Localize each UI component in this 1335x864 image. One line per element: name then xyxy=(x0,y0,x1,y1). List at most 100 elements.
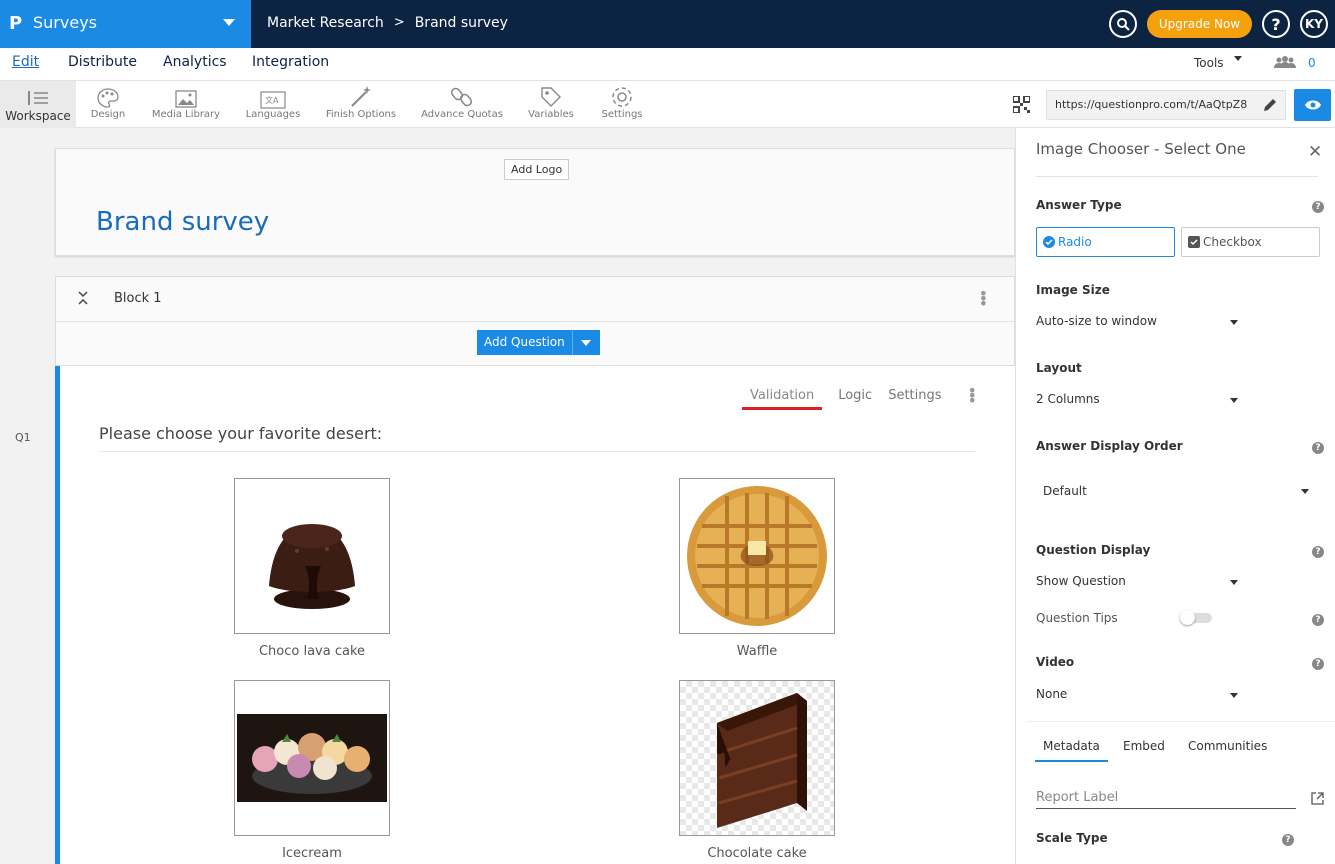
question-display-label: Question Display xyxy=(1036,543,1151,557)
option-label: Waffle xyxy=(736,644,778,659)
display-order-label: Answer Display Order xyxy=(1036,439,1183,453)
report-label-input[interactable]: Report Label xyxy=(1036,790,1296,809)
toolbar-media-library-label: Media Library xyxy=(151,109,221,120)
tab-analytics[interactable]: Analytics xyxy=(163,54,227,70)
avatar[interactable]: KY xyxy=(1300,10,1328,38)
toolbar-languages-label: Languages xyxy=(245,109,301,120)
top-bar: P Surveys Market Research > Brand survey… xyxy=(0,0,1335,48)
chevron-down-icon xyxy=(581,339,592,346)
toolbar-finish-options[interactable]: Finish Options xyxy=(324,81,398,128)
search-button[interactable] xyxy=(1109,10,1137,38)
palette-icon xyxy=(97,88,119,108)
breadcrumb-separator: > xyxy=(393,15,405,30)
display-order-value: Default xyxy=(1043,484,1087,498)
chevron-down-icon xyxy=(1230,693,1238,698)
option-icecream[interactable]: Icecream xyxy=(234,680,390,861)
chevron-down-icon xyxy=(223,19,235,26)
radio-option[interactable]: Radio xyxy=(1036,227,1175,257)
close-icon[interactable]: ✕ xyxy=(1308,142,1322,162)
block-label: Block 1 xyxy=(114,291,162,306)
collapse-icon[interactable] xyxy=(78,291,88,308)
option-waffle[interactable]: Waffle xyxy=(679,478,835,659)
add-logo-button[interactable]: Add Logo xyxy=(504,159,570,180)
checkbox-option[interactable]: Checkbox xyxy=(1181,227,1320,257)
help-icon[interactable]: ? xyxy=(1312,442,1324,454)
app-switcher[interactable]: P Surveys xyxy=(0,0,251,48)
layout-label: Layout xyxy=(1036,361,1082,375)
question-display-select[interactable]: Show Question xyxy=(1036,574,1241,588)
toolbar-workspace[interactable]: Workspace xyxy=(0,81,76,128)
tab-validation[interactable]: Validation xyxy=(742,388,823,410)
help-icon[interactable]: ? xyxy=(1312,546,1324,558)
more-vertical-icon[interactable]: • • • xyxy=(979,286,988,312)
survey-canvas: Add Logo Brand survey Block 1 • • • Add Qu… xyxy=(0,128,1015,864)
option-choco-lava-cake[interactable]: Choco lava cake xyxy=(234,478,390,659)
toolbar-design[interactable]: Design xyxy=(82,81,134,128)
chevron-down-icon xyxy=(1233,56,1242,61)
external-link-icon[interactable] xyxy=(1311,792,1324,808)
tab-edit[interactable]: Edit xyxy=(12,54,39,70)
help-icon[interactable]: ? xyxy=(1312,201,1324,213)
toggle-knob xyxy=(1180,610,1195,625)
toolbar-settings[interactable]: Settings xyxy=(598,81,646,128)
option-chocolate-cake[interactable]: Chocolate cake xyxy=(679,680,835,861)
layout-select[interactable]: 2 Columns xyxy=(1036,392,1241,406)
question-tips-label: Question Tips xyxy=(1036,611,1118,625)
add-question-group: Add Question xyxy=(477,330,600,355)
tab-metadata[interactable]: Metadata xyxy=(1035,739,1108,762)
video-select[interactable]: None xyxy=(1036,687,1241,701)
question-number: Q1 xyxy=(15,431,31,444)
question-display-value: Show Question xyxy=(1036,574,1126,588)
option-label: Choco lava cake xyxy=(258,644,366,659)
preview-button[interactable] xyxy=(1294,89,1331,121)
video-label: Video xyxy=(1036,655,1075,669)
checkbox-label: Checkbox xyxy=(1203,235,1262,249)
chocolate-cake-image xyxy=(679,680,835,836)
tab-communities[interactable]: Communities xyxy=(1188,739,1267,753)
survey-url-field[interactable]: https://questionpro.com/t/AaQtpZ8 xyxy=(1046,90,1286,120)
toolbar-variables[interactable]: Variables xyxy=(526,81,576,128)
help-icon[interactable]: ? xyxy=(1282,834,1294,846)
toolbar-advance-quotas[interactable]: Advance Quotas xyxy=(420,81,504,128)
breadcrumb-parent[interactable]: Market Research xyxy=(267,15,384,31)
toolbar-finish-options-label: Finish Options xyxy=(325,109,397,120)
tab-logic[interactable]: Logic xyxy=(838,388,872,410)
help-icon[interactable]: ? xyxy=(1312,658,1324,670)
qr-code-icon[interactable] xyxy=(1012,95,1031,116)
toolbar-languages[interactable]: 文A Languages xyxy=(244,81,302,128)
chevron-down-icon xyxy=(1230,398,1238,403)
image-size-select[interactable]: Auto-size to window xyxy=(1036,314,1241,328)
tab-distribute[interactable]: Distribute xyxy=(68,54,137,70)
add-question-button[interactable]: Add Question xyxy=(477,330,572,355)
checkbox-icon xyxy=(1188,236,1200,248)
upgrade-button[interactable]: Upgrade Now xyxy=(1147,10,1252,38)
divider xyxy=(1036,176,1318,177)
tools-menu[interactable]: Tools xyxy=(1194,56,1242,70)
magic-wand-icon xyxy=(351,86,371,107)
question-text[interactable]: Please choose your favorite desert: xyxy=(99,424,975,452)
tab-embed[interactable]: Embed xyxy=(1123,739,1165,753)
survey-header-card: Add Logo Brand survey xyxy=(55,148,1015,256)
tools-label: Tools xyxy=(1194,56,1224,70)
toolbar-settings-label: Settings xyxy=(601,109,643,120)
more-vertical-icon[interactable]: • • • xyxy=(968,383,977,410)
collaborators-icon[interactable] xyxy=(1274,56,1296,71)
chevron-down-icon xyxy=(1301,489,1309,494)
link-icon xyxy=(450,87,473,107)
tab-question-settings[interactable]: Settings xyxy=(888,388,941,410)
edit-url-icon[interactable] xyxy=(1262,97,1278,116)
add-question-dropdown[interactable] xyxy=(571,330,600,355)
help-icon[interactable]: ? xyxy=(1312,614,1324,626)
radio-label: Radio xyxy=(1058,235,1092,249)
answer-type-label: Answer Type xyxy=(1036,198,1122,212)
survey-title[interactable]: Brand survey xyxy=(96,207,269,237)
question-tips-toggle[interactable] xyxy=(1180,610,1212,625)
eye-icon xyxy=(1304,100,1321,110)
toolbar-advance-quotas-label: Advance Quotas xyxy=(421,109,503,120)
help-button[interactable]: ? xyxy=(1262,10,1290,38)
display-order-select[interactable]: Default xyxy=(1043,484,1313,498)
toolbar-media-library[interactable]: Media Library xyxy=(150,81,222,128)
choco-lava-cake-image xyxy=(234,478,390,634)
app-name: Surveys xyxy=(33,13,97,32)
tab-integration[interactable]: Integration xyxy=(252,54,329,70)
